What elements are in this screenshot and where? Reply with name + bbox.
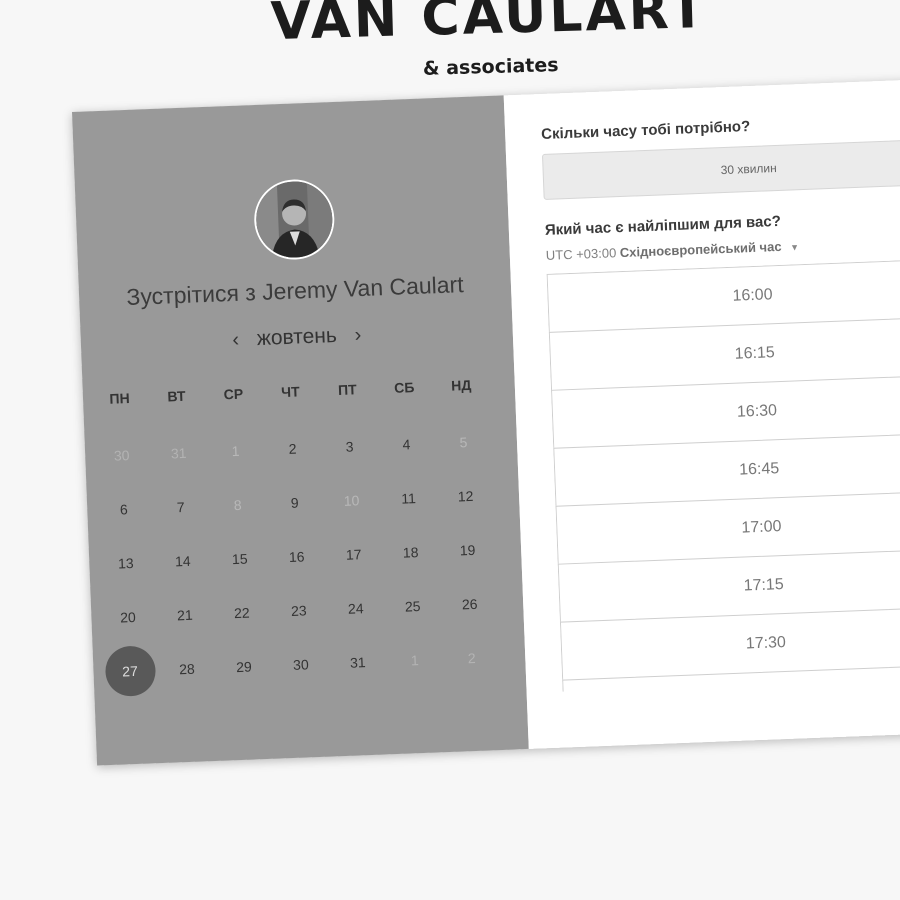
host-name: Jeremy Van Caulart xyxy=(261,271,465,305)
calendar-day[interactable]: 30 xyxy=(271,637,330,693)
calendar-day[interactable]: 2 xyxy=(263,421,322,477)
weekday-label: ПТ xyxy=(337,381,357,398)
calendar-day-number: 13 xyxy=(117,554,134,572)
duration-question: Скільки часу тобі потрібно? xyxy=(540,117,751,143)
calendar-day[interactable]: 19 xyxy=(438,522,497,578)
weekday-label: СБ xyxy=(393,379,415,396)
scheduler-card: Зустрітися з Jeremy Van Caulart ‹ жовтен… xyxy=(72,77,900,766)
time-slot-list: 16:00 16:15 16:30 16:45 17:00 17:15 17:30 xyxy=(546,258,900,692)
calendar-day-number: 4 xyxy=(402,436,411,453)
calendar-day[interactable]: 29 xyxy=(214,639,273,695)
calendar-day: 30 xyxy=(92,427,151,483)
calendar-day: 5 xyxy=(434,414,493,470)
calendar-day-number: 14 xyxy=(174,552,191,570)
month-navigation: ‹ жовтень › xyxy=(81,317,514,358)
timezone-name: Східноєвропейський час xyxy=(619,238,782,261)
weekday-label: ПН xyxy=(109,390,130,407)
calendar-day[interactable]: 15 xyxy=(210,531,269,587)
calendar-day[interactable]: 25 xyxy=(383,578,442,634)
calendar-day-number: 19 xyxy=(459,541,476,559)
calendar-day-number: 1 xyxy=(410,652,419,669)
calendar-day-number: 3 xyxy=(345,438,354,455)
calendar-day: 1 xyxy=(385,632,444,688)
weekday-label: НД xyxy=(450,376,472,394)
calendar-day-number: 5 xyxy=(459,434,468,451)
calendar-day-number: 31 xyxy=(170,444,187,462)
calendar-day[interactable]: 21 xyxy=(155,587,214,643)
calendar-day: 8 xyxy=(208,477,267,533)
calendar-day-number: 12 xyxy=(457,487,474,505)
calendar-day-number: 25 xyxy=(404,597,421,615)
calendar-day-number: 18 xyxy=(402,544,419,561)
month-label: жовтень xyxy=(256,324,338,351)
calendar-day-number: 27 xyxy=(104,645,156,698)
calendar-day[interactable]: 18 xyxy=(381,524,440,580)
calendar-day[interactable]: 14 xyxy=(153,533,212,589)
calendar-day-number: 11 xyxy=(400,490,417,507)
calendar-day-number: 30 xyxy=(113,447,130,464)
calendar-grid: 30 31 1 2 3 4 5 6 7 8 9 10 11 12 13 14 15 16 17 18 19 20 21 22 2… xyxy=(92,414,502,699)
calendar-day[interactable]: 28 xyxy=(157,641,216,697)
meeting-title: Зустрітися з Jeremy Van Caulart xyxy=(79,269,512,313)
calendar-day-selected[interactable]: 27 xyxy=(100,643,159,699)
calendar-day[interactable]: 24 xyxy=(326,580,385,636)
calendar-day[interactable]: 23 xyxy=(269,583,328,639)
calendar-day-number: 31 xyxy=(349,654,366,671)
timezone-offset: UTC +03:00 xyxy=(545,245,617,263)
calendar-day[interactable]: 6 xyxy=(94,481,153,537)
calendar-day-number: 21 xyxy=(176,606,193,624)
calendar-day-number: 20 xyxy=(119,608,137,626)
calendar-day-number: 23 xyxy=(290,602,307,619)
weekday-label: СР xyxy=(223,385,244,403)
calendar-day-number: 22 xyxy=(233,604,250,622)
calendar-day: 10 xyxy=(322,472,381,528)
calendar-day-number: 15 xyxy=(231,550,248,568)
weekday-label: ВТ xyxy=(167,387,186,405)
calendar-day[interactable]: 3 xyxy=(320,419,379,475)
meeting-title-prefix: Зустрітися з xyxy=(126,279,257,311)
calendar-day-number: 10 xyxy=(343,492,360,509)
calendar-day-number: 16 xyxy=(288,548,305,565)
calendar-day[interactable]: 26 xyxy=(440,576,499,632)
next-month-chevron-icon[interactable]: › xyxy=(342,324,374,348)
calendar-day[interactable]: 31 xyxy=(328,634,387,690)
weekday-label: ЧТ xyxy=(280,383,300,401)
calendar-day-number: 2 xyxy=(467,649,476,667)
calendar-day: 2 xyxy=(442,630,501,686)
calendar-day-number: 17 xyxy=(345,546,362,563)
prev-month-chevron-icon[interactable]: ‹ xyxy=(220,328,252,352)
calendar-day[interactable]: 7 xyxy=(151,479,210,535)
avatar xyxy=(252,178,336,262)
calendar-day-number: 6 xyxy=(119,501,128,518)
calendar-day[interactable]: 22 xyxy=(212,585,271,641)
calendar-day-number: 2 xyxy=(288,440,297,457)
calendar-day: 31 xyxy=(149,425,208,481)
calendar-day-number: 8 xyxy=(233,496,242,514)
calendar-day-number: 1 xyxy=(231,442,240,460)
calendar-day: 1 xyxy=(206,423,265,479)
calendar-day-number: 30 xyxy=(292,656,309,673)
calendar-day[interactable]: 13 xyxy=(96,535,155,591)
calendar-day[interactable]: 4 xyxy=(377,416,436,472)
calendar-day-number: 28 xyxy=(178,660,196,678)
timezone-selector[interactable]: UTC +03:00 Східноєвропейський час ▼ xyxy=(546,238,800,263)
calendar-day[interactable]: 17 xyxy=(324,526,383,582)
calendar-day-number: 29 xyxy=(235,658,253,676)
calendar-day[interactable]: 16 xyxy=(267,529,326,585)
calendar-day-number: 7 xyxy=(176,498,185,516)
calendar-day-number: 9 xyxy=(290,494,299,511)
duration-select[interactable]: 30 хвилин xyxy=(541,138,900,200)
caret-down-icon: ▼ xyxy=(789,241,800,253)
calendar-day[interactable]: 12 xyxy=(436,468,495,524)
weekday-header: ПН ВТ СР ЧТ ПТ СБ НД xyxy=(91,376,491,407)
calendar-panel: Зустрітися з Jeremy Van Caulart ‹ жовтен… xyxy=(72,95,529,766)
calendar-day-number: 24 xyxy=(347,600,364,617)
time-selection-panel: Скільки часу тобі потрібно? 30 хвилин Як… xyxy=(503,77,900,749)
calendar-day[interactable]: 20 xyxy=(98,589,157,645)
time-question: Який час є найліпшим для вас? xyxy=(544,212,782,239)
calendar-day[interactable]: 9 xyxy=(265,475,324,531)
calendar-day[interactable]: 11 xyxy=(379,470,438,526)
calendar-day-number: 26 xyxy=(461,595,478,613)
